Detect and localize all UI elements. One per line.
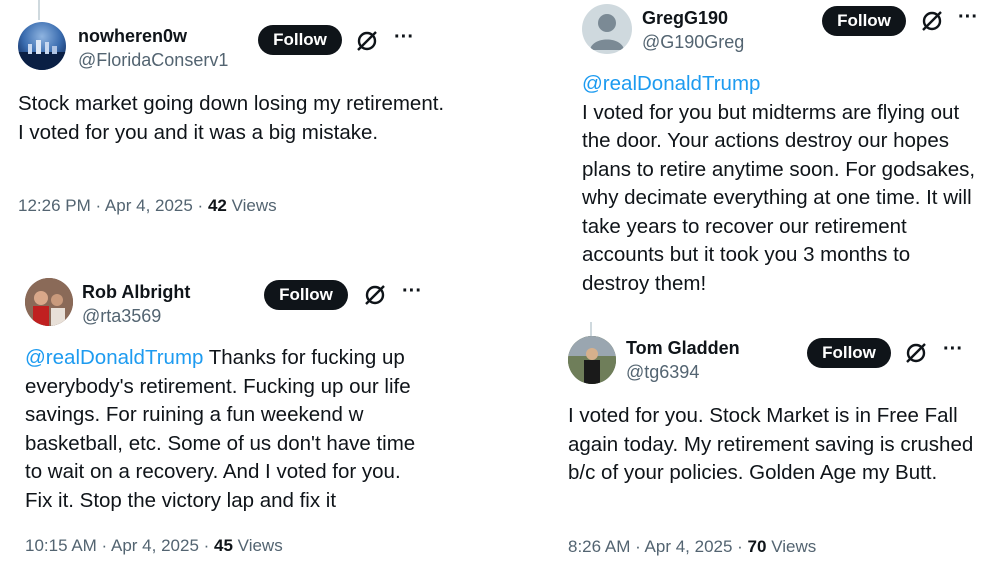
mention-link[interactable]: @realDonaldTrump (25, 346, 203, 369)
display-name[interactable]: GregG190 (642, 8, 728, 29)
tweet-text: @realDonaldTrump I voted for you but mid… (582, 70, 982, 298)
more-options-icon[interactable]: ··· (402, 280, 422, 303)
mention-link[interactable]: @realDonaldTrump (582, 70, 982, 99)
user-handle[interactable]: @tg6394 (626, 362, 699, 383)
more-options-icon[interactable]: ··· (943, 338, 963, 361)
tweet-card[interactable]: Tom Gladden @tg6394 Follow ··· I voted f… (560, 330, 1000, 567)
more-options-icon[interactable]: ··· (958, 6, 978, 29)
avatar[interactable] (582, 4, 632, 54)
views-count: 42 (207, 196, 227, 215)
more-options-icon[interactable]: ··· (394, 26, 414, 49)
display-name[interactable]: Tom Gladden (626, 338, 740, 359)
grok-icon[interactable] (903, 340, 929, 366)
tweet-text: Stock market going down losing my retire… (18, 90, 448, 147)
grok-icon[interactable] (354, 28, 380, 54)
user-handle[interactable]: @G190Greg (642, 32, 744, 53)
tweet-card[interactable]: nowheren0w @FloridaConserv1 Follow ··· S… (0, 0, 470, 240)
grok-icon[interactable] (919, 8, 945, 34)
tweet-card[interactable]: GregG190 @G190Greg Follow ··· @realDonal… (560, 0, 1000, 310)
avatar-image (18, 40, 66, 70)
tweet-body: I voted for you but midterms are flying … (582, 100, 976, 295)
tweet-meta: 12:26 PM · Apr 4, 2025 · 42 Views (18, 196, 277, 216)
tweet-text: @realDonaldTrump Thanks for fucking up e… (25, 344, 425, 515)
tweet-meta: 8:26 AM · Apr 4, 2025 · 70 Views (568, 537, 816, 557)
tweet-text: I voted for you. Stock Market is in Free… (568, 402, 978, 488)
display-name[interactable]: Rob Albright (82, 282, 190, 303)
user-handle[interactable]: @FloridaConserv1 (78, 50, 228, 71)
views-label: Views (226, 196, 277, 215)
avatar[interactable] (18, 22, 66, 70)
follow-button[interactable]: Follow (264, 280, 348, 310)
follow-button[interactable]: Follow (258, 25, 342, 55)
avatar[interactable] (25, 278, 73, 326)
user-handle[interactable]: @rta3569 (82, 306, 161, 327)
tweet-meta: 10:15 AM · Apr 4, 2025 · 45 Views (25, 536, 283, 556)
avatar[interactable] (568, 336, 616, 384)
avatar-image (25, 278, 73, 326)
default-avatar-icon (590, 14, 624, 50)
timestamp[interactable]: 10:15 AM · Apr 4, 2025 · (25, 536, 214, 555)
tweet-body: I voted for you. Stock Market is in Free… (568, 404, 974, 484)
follow-button[interactable]: Follow (822, 6, 906, 36)
timestamp[interactable]: 12:26 PM · Apr 4, 2025 · (18, 196, 208, 215)
tweet-body: Stock market going down losing my retire… (18, 92, 445, 144)
tweet-card[interactable]: Rob Albright @rta3569 Follow ··· @realDo… (0, 270, 470, 567)
timestamp[interactable]: 8:26 AM · Apr 4, 2025 · (568, 537, 748, 556)
views-label: Views (232, 536, 283, 555)
tweet-body: Thanks for fucking up everybody's retire… (25, 346, 416, 512)
display-name[interactable]: nowheren0w (78, 26, 187, 47)
grok-icon[interactable] (362, 282, 388, 308)
views-count: 45 (214, 536, 233, 555)
views-count: 70 (747, 537, 767, 556)
views-label: Views (766, 537, 817, 556)
avatar-image (568, 336, 616, 384)
follow-button[interactable]: Follow (807, 338, 891, 368)
